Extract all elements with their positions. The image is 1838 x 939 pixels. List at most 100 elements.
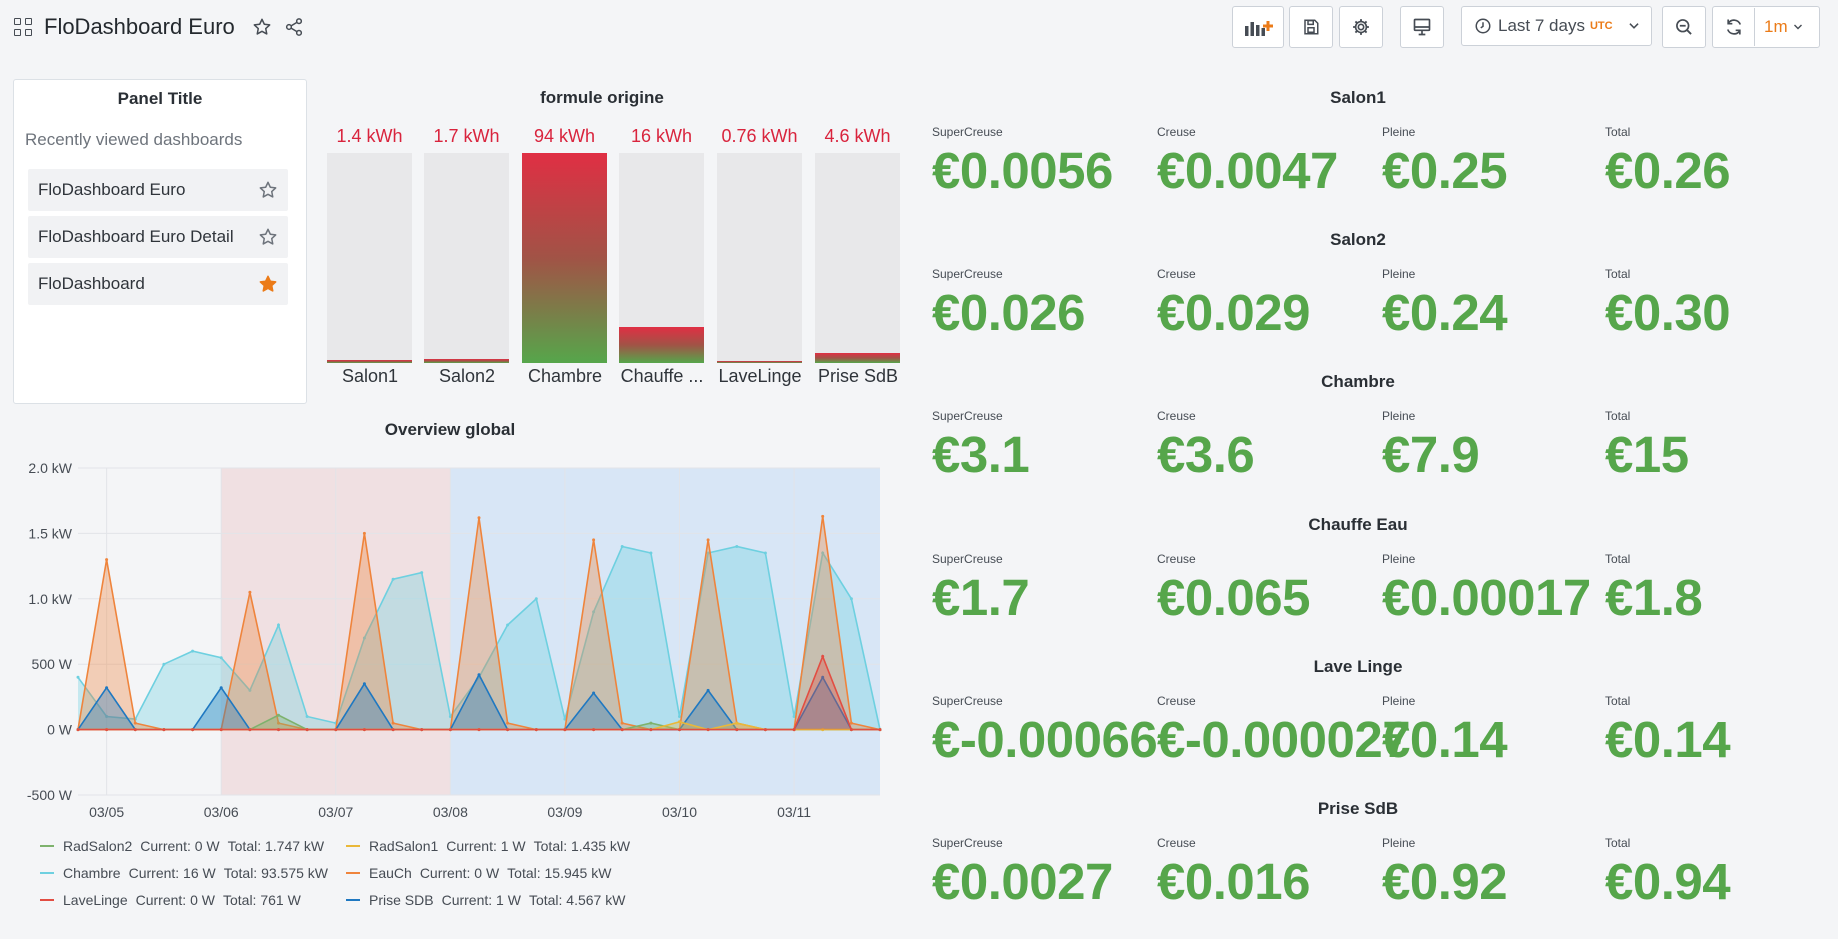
star-icon[interactable]	[258, 227, 278, 247]
refresh-interval-picker[interactable]: 1m	[1764, 17, 1804, 37]
star-icon[interactable]	[258, 180, 278, 200]
bar-gauge-label: Chauffe ...	[620, 366, 704, 386]
stat-room-title: Chauffe Eau	[1308, 515, 1408, 534]
stat-value: €0.029	[1157, 284, 1311, 341]
legend-current: Current: 0 W	[140, 838, 220, 854]
data-point	[305, 728, 309, 732]
stat-value: €0.94	[1605, 853, 1731, 910]
data-point	[305, 715, 309, 718]
data-point	[105, 558, 109, 562]
legend-total: Total: 1.435 kW	[533, 838, 631, 854]
stat-value: €0.25	[1382, 142, 1508, 199]
stat-value: €7.9	[1382, 426, 1480, 483]
star-icon[interactable]	[247, 12, 277, 42]
stat-label: Total	[1605, 267, 1631, 281]
zoom-out-button[interactable]	[1662, 6, 1706, 48]
data-point	[763, 551, 767, 555]
overview-graph[interactable]: 2.0 kW 1.5 kW 1.0 kW 500 W 0 W -500 W 03/05 03/…	[0, 450, 900, 850]
bar-gauge-fill	[424, 359, 509, 363]
stat-value: €3.1	[932, 426, 1030, 483]
stat-room-title: Chambre	[1321, 372, 1395, 391]
stat-value: €1.8	[1605, 569, 1703, 626]
bar-gauge-track	[619, 153, 704, 363]
save-dashboard-button[interactable]	[1289, 6, 1333, 48]
legend-total: Total: 93.575 kW	[223, 865, 329, 881]
data-point	[191, 649, 195, 653]
dashboard-link-flodashboard-euro[interactable]: FloDashboard Euro	[28, 169, 288, 211]
stat-label: Creuse	[1157, 552, 1196, 566]
stat-value: €-0.00066	[932, 711, 1158, 768]
data-point	[763, 728, 767, 732]
legend-name: RadSalon1	[369, 838, 439, 854]
stat-label: SuperCreuse	[932, 409, 1003, 423]
dashboard-link-flodashboard[interactable]: FloDashboard	[28, 263, 288, 305]
data-point	[506, 623, 510, 627]
data-point	[420, 728, 424, 732]
stat-value: €0.14	[1605, 711, 1731, 768]
monitor-icon	[1413, 18, 1431, 36]
legend-item[interactable]: LaveLinge Current: 0 W Total: 761 W	[40, 890, 309, 910]
data-point	[821, 514, 825, 518]
dashboard-navbar: FloDashboard Euro Last 7 days UTC 1m	[0, 0, 1838, 54]
dashboard-link-flodashboard-euro-detail[interactable]: FloDashboard Euro Detail	[28, 216, 288, 258]
legend-color-swatch	[40, 845, 54, 847]
legend-item[interactable]: RadSalon2 Current: 0 W Total: 1.747 kW	[40, 836, 332, 856]
data-point	[76, 675, 80, 679]
gear-icon	[1353, 19, 1369, 35]
bar-gauge-value: 16 kWh	[630, 126, 693, 146]
legend-item[interactable]: Chambre Current: 16 W Total: 93.575 kW	[40, 863, 336, 883]
settings-button[interactable]	[1339, 6, 1383, 48]
time-range-picker[interactable]: Last 7 days UTC	[1461, 6, 1652, 46]
legend-item[interactable]: Prise SDB Current: 1 W Total: 4.567 kW	[346, 890, 633, 910]
stat-label: Pleine	[1382, 552, 1416, 566]
data-point	[420, 571, 424, 575]
x-tick-label: 03/08	[433, 804, 468, 820]
data-point	[678, 720, 681, 724]
data-point	[678, 728, 681, 732]
legend-total: Total: 1.747 kW	[227, 838, 325, 854]
save-icon	[1304, 19, 1319, 35]
data-point	[248, 728, 252, 732]
data-point	[649, 721, 653, 725]
graph-title: Overview global	[384, 420, 516, 439]
refresh-button[interactable]	[1713, 8, 1755, 46]
y-tick-label: 2.0 kW	[28, 460, 72, 476]
data-point	[477, 728, 481, 732]
data-point	[391, 721, 395, 725]
legend-total: Total: 4.567 kW	[528, 892, 626, 908]
stat-label: Total	[1605, 409, 1631, 423]
legend-color-swatch	[346, 899, 360, 901]
legend-item[interactable]: EauCh Current: 0 W Total: 15.945 kW	[346, 863, 619, 883]
data-point	[563, 728, 567, 732]
stat-label: Creuse	[1157, 694, 1196, 708]
y-tick-label: 1.5 kW	[28, 525, 72, 541]
stat-label: Total	[1605, 836, 1631, 850]
clock-icon	[1475, 18, 1491, 34]
stat-value: €0.065	[1157, 569, 1311, 626]
stat-label: Creuse	[1157, 267, 1196, 281]
data-point	[534, 597, 538, 601]
stat-label: Creuse	[1157, 409, 1196, 423]
legend-current: Current: 0 W	[419, 865, 500, 881]
data-point	[76, 728, 80, 732]
dashboard-title[interactable]: FloDashboard Euro	[44, 14, 235, 40]
bar-gauge-fill	[522, 153, 607, 363]
legend-item[interactable]: RadSalon1 Current: 1 W Total: 1.435 kW	[346, 836, 638, 856]
tv-mode-button[interactable]	[1400, 6, 1444, 48]
panel-title: Panel Title	[117, 89, 203, 108]
bar-gauge-value: 94 kWh	[533, 126, 596, 146]
star-filled-icon[interactable]	[258, 274, 278, 294]
stat-value: €0.016	[1157, 853, 1311, 910]
stat-room-title: Lave Linge	[1313, 657, 1403, 676]
share-icon[interactable]	[279, 12, 309, 42]
dashboards-grid-icon[interactable]	[14, 18, 32, 36]
data-point	[735, 721, 739, 725]
data-point	[391, 577, 395, 581]
bar-gauge-label: Prise SdB	[817, 366, 899, 386]
data-point	[821, 654, 825, 658]
bar-gauge-fill	[717, 361, 802, 363]
add-panel-button[interactable]	[1232, 6, 1284, 48]
data-point	[248, 590, 252, 594]
legend-current: Current: 0 W	[135, 892, 215, 908]
legend-color-swatch	[40, 872, 54, 874]
